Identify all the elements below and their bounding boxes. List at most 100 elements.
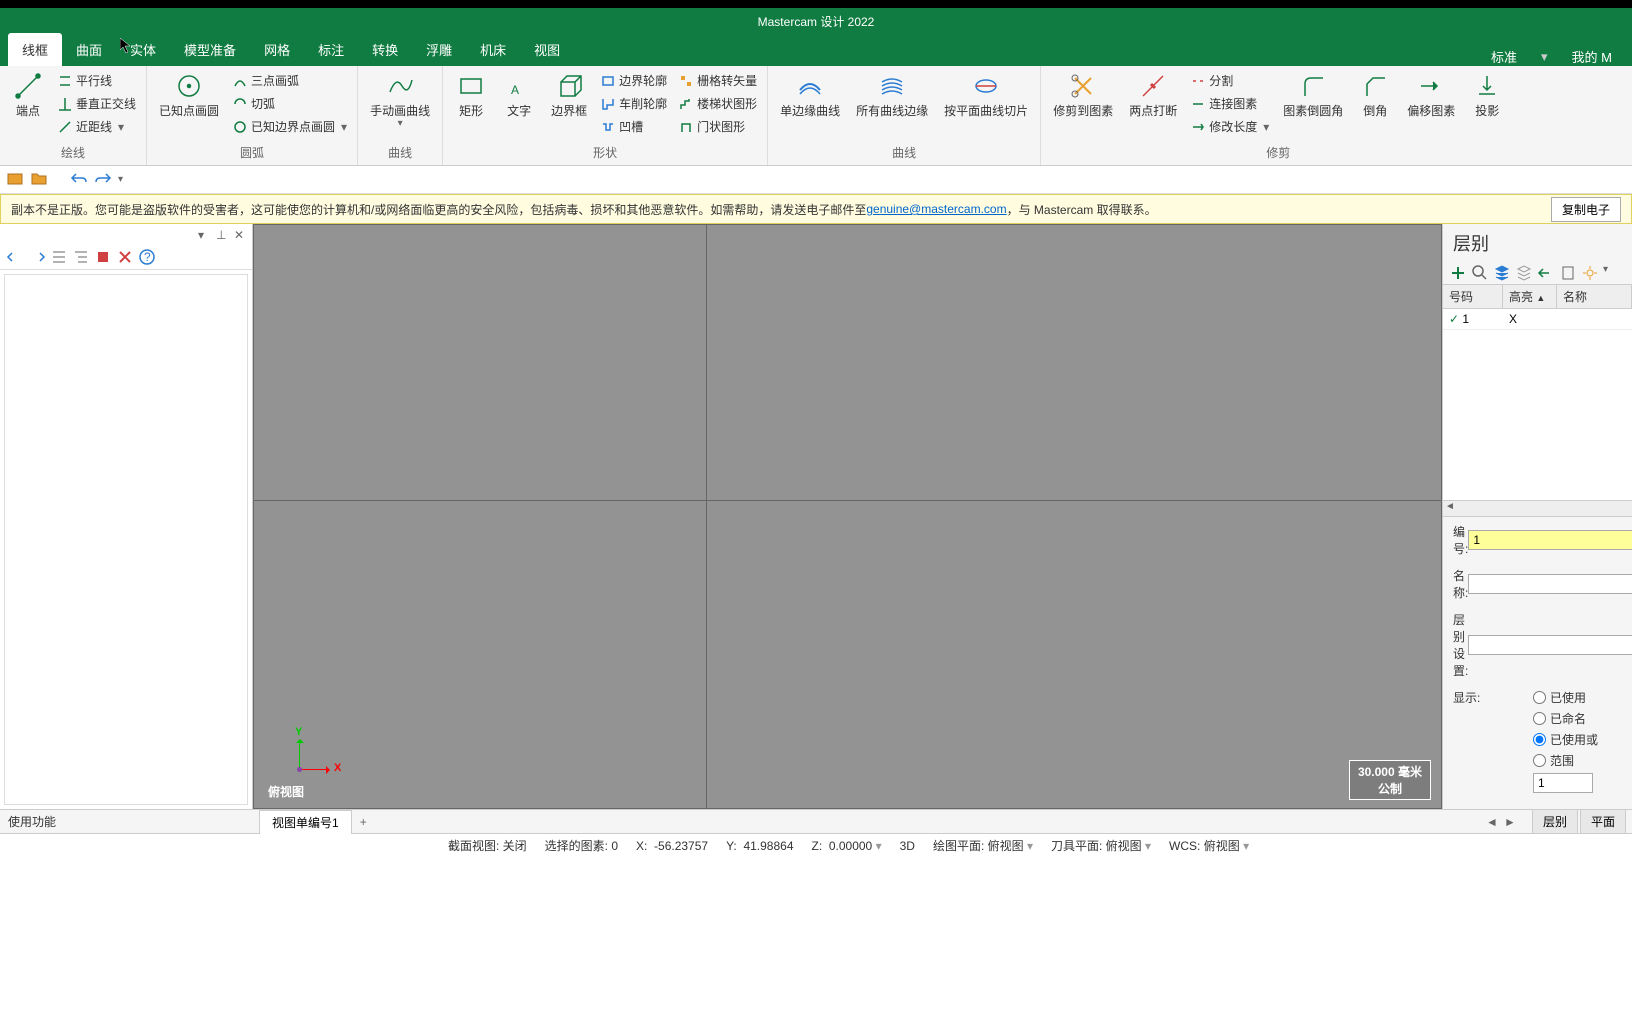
btn-3pt-arc[interactable]: 三点画弧 [229, 70, 351, 91]
status-section[interactable]: 截面视图: 关闭 [448, 837, 527, 854]
add-view-tab[interactable]: + [352, 815, 375, 829]
tool-list-icon[interactable] [50, 248, 68, 266]
menu-standard[interactable]: 标准 [1479, 47, 1529, 66]
btn-lathe-profile[interactable]: 车削轮廓 [597, 93, 671, 114]
btn-door[interactable]: 门状图形 [675, 116, 761, 137]
btn-edge-circle[interactable]: 已知边界点画圆▾ [229, 116, 351, 137]
rtab-layers[interactable]: 层别 [1532, 809, 1578, 834]
btn-perpendicular[interactable]: 垂直正交线 [54, 93, 140, 114]
qat-redo-icon[interactable] [94, 169, 112, 190]
btn-join[interactable]: 连接图素 [1187, 93, 1273, 114]
layer-row[interactable]: ✓ 1 X [1443, 309, 1632, 330]
quick-access-toolbar: ▾ [0, 166, 1632, 194]
tab-modelprep[interactable]: 模型准备 [170, 33, 250, 66]
btn-break2pt[interactable]: 两点打断 [1123, 70, 1183, 120]
svg-text:?: ? [144, 250, 151, 264]
btn-single-edge[interactable]: 单边缘曲线 [774, 70, 846, 120]
panel-dropdown-icon[interactable]: ▾ [198, 228, 210, 240]
rtab-planes[interactable]: 平面 [1580, 809, 1626, 834]
btn-endpoint[interactable]: 端点 [6, 70, 50, 120]
tab-wireframe[interactable]: 线框 [8, 33, 62, 66]
btn-text[interactable]: A 文字 [497, 70, 541, 120]
status-tool[interactable]: 刀具平面: 俯视图 ▾ [1051, 837, 1151, 854]
warning-copy-button[interactable]: 复制电子 [1551, 197, 1621, 222]
group-curves1: 曲线 [364, 142, 436, 161]
layers-panel: 层别 ▾ 号码 高亮 ▲ 名称 ✓ 1 X [1442, 224, 1632, 809]
btn-rectangle[interactable]: 矩形 [449, 70, 493, 120]
layer-search-icon[interactable] [1471, 264, 1489, 282]
btn-circle-point[interactable]: 已知点画圆 [153, 70, 225, 120]
layer-revert-icon[interactable] [1537, 264, 1555, 282]
tool-help-icon[interactable]: ? [138, 248, 156, 266]
status-wcs[interactable]: WCS: 俯视图 ▾ [1169, 837, 1249, 854]
btn-closest[interactable]: 近距线▾ [54, 116, 140, 137]
btn-groove[interactable]: 凹槽 [597, 116, 671, 137]
status-mode[interactable]: 3D [900, 839, 915, 853]
nav-next-icon[interactable]: ► [1504, 815, 1518, 829]
tool-cube-icon[interactable] [94, 248, 112, 266]
btn-boundary[interactable]: 边界轮廓 [597, 70, 671, 91]
tab-view[interactable]: 视图 [520, 33, 574, 66]
layer-gear-icon[interactable] [1581, 264, 1599, 282]
tab-transform[interactable]: 转换 [358, 33, 412, 66]
btn-chamfer[interactable]: 倒角 [1353, 70, 1397, 120]
btn-fillet[interactable]: 图素倒圆角 [1277, 70, 1349, 120]
btn-modify-len[interactable]: 修改长度▾ [1187, 116, 1273, 137]
tab-surface[interactable]: 曲面 [62, 33, 116, 66]
btn-parallel[interactable]: 平行线 [54, 70, 140, 91]
panel-pin-icon[interactable]: ⊥ [216, 228, 228, 240]
radio-named[interactable]: 已命名 [1533, 710, 1598, 727]
qat-open-icon[interactable] [6, 169, 24, 190]
field-number-input[interactable] [1468, 530, 1632, 550]
radio-used[interactable]: 已使用 [1533, 689, 1598, 706]
tool-undo-icon[interactable] [6, 248, 24, 266]
group-curves2: 曲线 [774, 142, 1034, 161]
tool-tree-icon[interactable] [72, 248, 90, 266]
layer-stack2-icon[interactable] [1515, 264, 1533, 282]
status-y: Y: 41.98864 [726, 839, 793, 853]
btn-slice[interactable]: 按平面曲线切片 [938, 70, 1034, 120]
qat-dropdown-icon[interactable]: ▾ [118, 174, 123, 185]
btn-tangent-arc[interactable]: 切弧 [229, 93, 351, 114]
field-set-input[interactable] [1468, 635, 1632, 655]
view-tab-1[interactable]: 视图单编号1 [259, 810, 352, 834]
col-name[interactable]: 名称 [1557, 285, 1632, 308]
btn-bbox[interactable]: 边界框 [545, 70, 593, 120]
field-range-input[interactable] [1533, 773, 1593, 793]
btn-all-edges[interactable]: 所有曲线边缘 [850, 70, 934, 120]
svg-text:A: A [511, 83, 519, 97]
tool-redo-icon[interactable] [28, 248, 46, 266]
warning-banner: 副本不是正版。您可能是盗版软件的受害者，这可能使您的计算机和/或网络面临更高的安… [0, 194, 1632, 224]
viewport[interactable]: Y X 俯视图 30.000 毫米 公制 [253, 224, 1442, 809]
layer-sheet-icon[interactable] [1559, 264, 1577, 282]
btn-raster2vec[interactable]: 栅格转矢量 [675, 70, 761, 91]
warning-email-link[interactable]: genuine@mastercam.com [866, 202, 1006, 216]
panel-close-icon[interactable]: ✕ [234, 228, 246, 240]
field-name-input[interactable] [1468, 574, 1632, 594]
qat-folder-icon[interactable] [30, 169, 48, 190]
tab-relief[interactable]: 浮雕 [412, 33, 466, 66]
btn-stairs[interactable]: 楼梯状图形 [675, 93, 761, 114]
tab-solid[interactable]: 实体 [116, 33, 170, 66]
nav-prev-icon[interactable]: ◄ [1486, 815, 1500, 829]
radio-used-or[interactable]: 已使用或 [1533, 731, 1598, 748]
col-highlight[interactable]: 高亮 ▲ [1503, 285, 1557, 308]
status-z[interactable]: Z: 0.00000 ▾ [812, 839, 882, 853]
btn-project[interactable]: 投影 [1465, 70, 1509, 120]
qat-undo-icon[interactable] [70, 169, 88, 190]
layer-hscroll[interactable] [1443, 500, 1632, 516]
menu-my[interactable]: 我的 M [1560, 47, 1624, 66]
tab-dim[interactable]: 标注 [304, 33, 358, 66]
layer-add-icon[interactable] [1449, 264, 1467, 282]
status-plane[interactable]: 绘图平面: 俯视图 ▾ [933, 837, 1033, 854]
radio-range[interactable]: 范围 [1533, 752, 1598, 769]
btn-spline[interactable]: 手动画曲线 ▾ [364, 70, 436, 131]
btn-offset[interactable]: 偏移图素 [1401, 70, 1461, 120]
tab-machine[interactable]: 机床 [466, 33, 520, 66]
col-number[interactable]: 号码 [1443, 285, 1503, 308]
btn-divide[interactable]: 分割 [1187, 70, 1273, 91]
tool-delete-icon[interactable] [116, 248, 134, 266]
layer-stack-icon[interactable] [1493, 264, 1511, 282]
btn-trim[interactable]: 修剪到图素 [1047, 70, 1119, 120]
tab-mesh[interactable]: 网格 [250, 33, 304, 66]
